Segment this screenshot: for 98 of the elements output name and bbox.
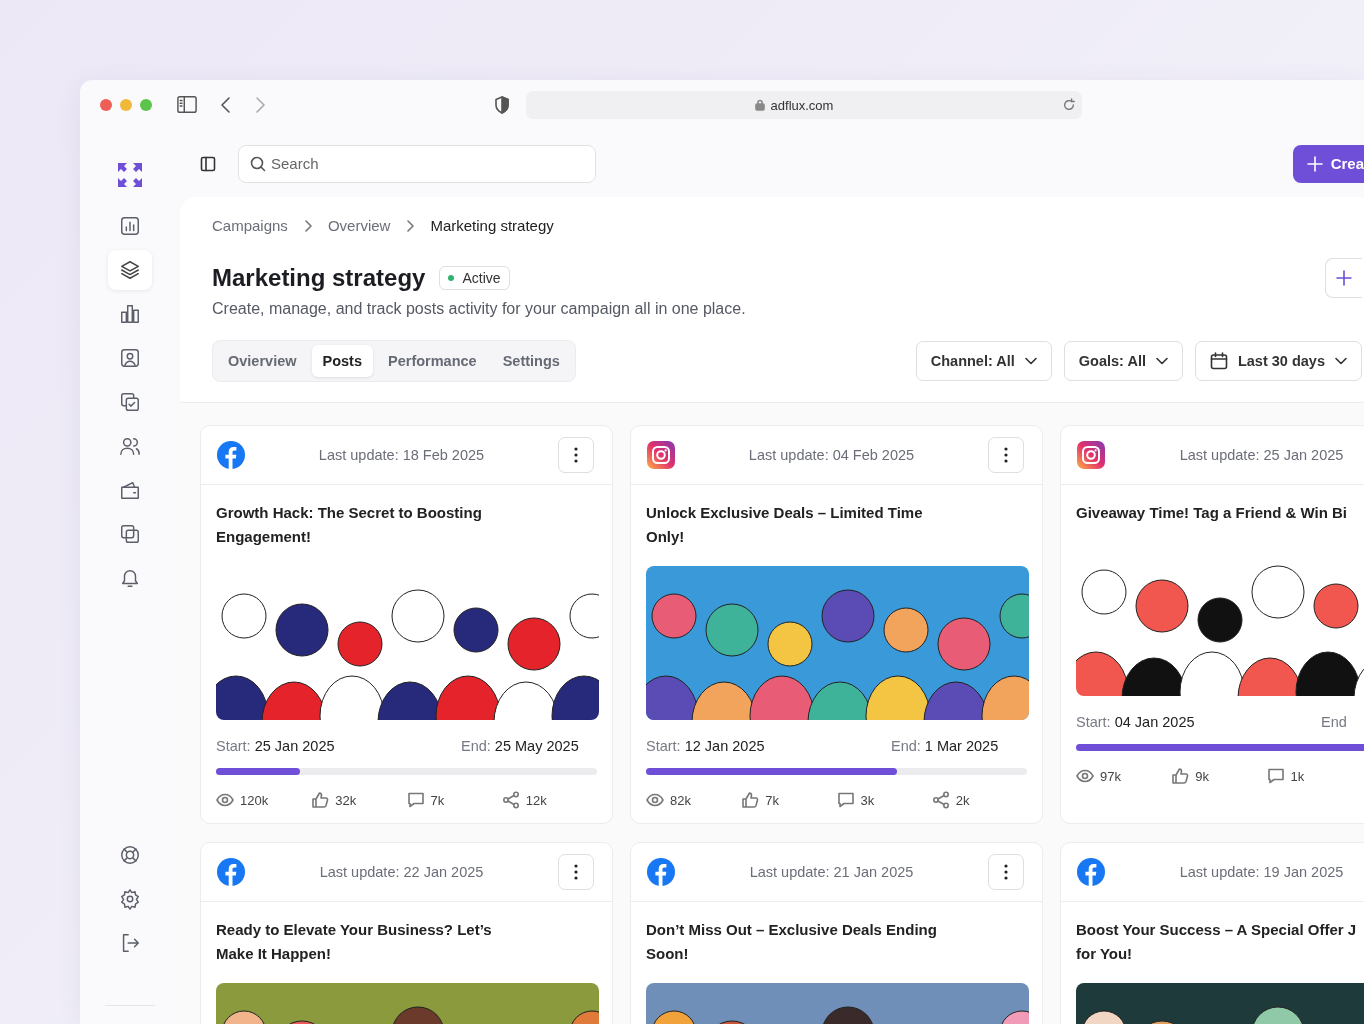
wallet-icon [119,479,141,501]
filter-dropdown[interactable]: Channel: All [915,341,1052,381]
stat-count: 1k [1290,768,1305,784]
lifebuoy-icon [119,844,141,866]
users-icon [119,435,141,457]
breadcrumb-link[interactable]: Campaigns [212,217,288,234]
nav-item[interactable] [108,250,152,290]
checklist-icon [119,391,141,413]
start-date: Start: 25 Jan 2025 [216,738,336,754]
tab[interactable]: Posts [311,345,373,377]
search-icon [250,155,266,172]
logo-icon[interactable] [117,162,143,188]
thumbs-up-icon [741,791,760,809]
copy-icon [119,523,141,545]
stat-count: 2k [955,792,970,808]
plus-icon [1306,155,1323,172]
start-date: Start: 12 Jan 2025 [646,738,766,754]
shield-icon[interactable] [494,96,510,114]
chevron-right-icon [406,219,415,232]
url-text: adflux.com [770,97,834,113]
calendar-icon [1209,352,1228,370]
settings-icon [119,888,141,910]
end-date: End: 1 Mar 2025 [891,738,999,754]
page-title: Marketing strategy [212,264,426,292]
end-date: End [1321,714,1347,730]
post-title: Growth Hack: The Secret to Boosting Engagement! [216,503,483,547]
stat-count: 32k [335,792,357,808]
post-title: Don’t Miss Out – Exclusive Deals Ending Soon! [646,920,938,964]
status-badge: Active [439,266,510,290]
last-update-text: Last update: 18 Feb 2025 [317,447,486,463]
facebook-icon [647,858,675,886]
lock-icon [754,99,765,111]
page-subtitle: Create, manage, and track posts activity for your campaign all in one place. [212,300,747,318]
plus-icon [1336,270,1352,286]
maximize-dot[interactable] [140,99,152,111]
breadcrumb-link[interactable]: Overview [327,217,391,234]
last-update-text: Last update: 19 Jan 2025 [1178,864,1345,880]
address-bar[interactable]: adflux.com [526,91,1082,119]
breadcrumb-link[interactable]: Marketing strategy [430,217,554,234]
filter-dropdown[interactable]: Last 30 days [1194,341,1362,381]
last-update-text: Last update: 04 Feb 2025 [747,447,916,463]
filter-dropdown[interactable]: Goals: All [1063,341,1183,381]
more-icon [574,447,578,463]
user-card-icon [119,347,141,369]
reload-icon[interactable] [1062,98,1076,112]
end-date: End: 25 May 2025 [461,738,579,754]
facebook-icon [217,441,245,469]
chevron-down-icon [1155,357,1168,365]
thumbs-up-icon [311,791,330,809]
post-title: Giveaway Time! Tag a Friend & Win Bi [1076,503,1349,523]
more-icon [1004,447,1008,463]
stat-count: 97k [1100,768,1121,784]
stat-count: 120k [240,792,269,808]
sidebar-toggle-icon[interactable] [176,95,198,115]
close-dot[interactable] [100,99,112,111]
post-title: Ready to Elevate Your Business? Let’s Make It Happen! [216,920,493,964]
instagram-icon [647,441,675,469]
last-update-text: Last update: 25 Jan 2025 [1178,447,1345,463]
comment-icon [406,791,425,809]
columns-icon [119,303,141,325]
stat-count: 12k [525,792,547,808]
notification-icon [119,567,141,589]
minimize-dot[interactable] [120,99,132,111]
layers-icon [119,259,141,281]
sidebar-toggle-icon[interactable] [200,155,216,172]
tab[interactable]: Performance [377,345,488,377]
last-update-text: Last update: 22 Jan 2025 [318,864,485,880]
chevron-down-icon [1335,357,1347,365]
tab[interactable]: Settings [491,345,571,377]
eye-icon [1076,767,1094,785]
last-update-text: Last update: 21 Jan 2025 [748,864,915,880]
more-icon [1004,864,1008,880]
bar-chart-icon [119,215,141,237]
share-icon [501,791,520,809]
search-field[interactable]: Search [238,144,596,183]
eye-icon [216,791,234,809]
stat-count: 82k [670,792,691,808]
facebook-icon [217,858,245,886]
more-icon [574,864,578,880]
stat-count: 7k [430,792,445,808]
stat-count: 3k [860,792,875,808]
stat-count: 7k [765,792,779,808]
post-title: Unlock Exclusive Deals – Limited Time Only! [646,503,924,547]
chevron-right-icon [303,219,312,232]
thumbs-up-icon [1171,767,1190,785]
stat-count: 9k [1195,768,1209,784]
facebook-icon [1077,858,1105,886]
instagram-icon [1077,441,1105,469]
eye-icon [646,791,664,809]
comment-icon [836,791,855,809]
create-button[interactable]: Crea [1292,144,1364,183]
share-icon [931,791,950,809]
chevron-down-icon [1024,357,1037,365]
comment-icon [1266,767,1285,785]
start-date: Start: 04 Jan 2025 [1076,714,1196,730]
tab[interactable]: Ovierview [217,345,308,377]
add-button[interactable] [1325,258,1362,298]
post-title: Boost Your Success – A Special Offer J for You! [1076,920,1358,964]
